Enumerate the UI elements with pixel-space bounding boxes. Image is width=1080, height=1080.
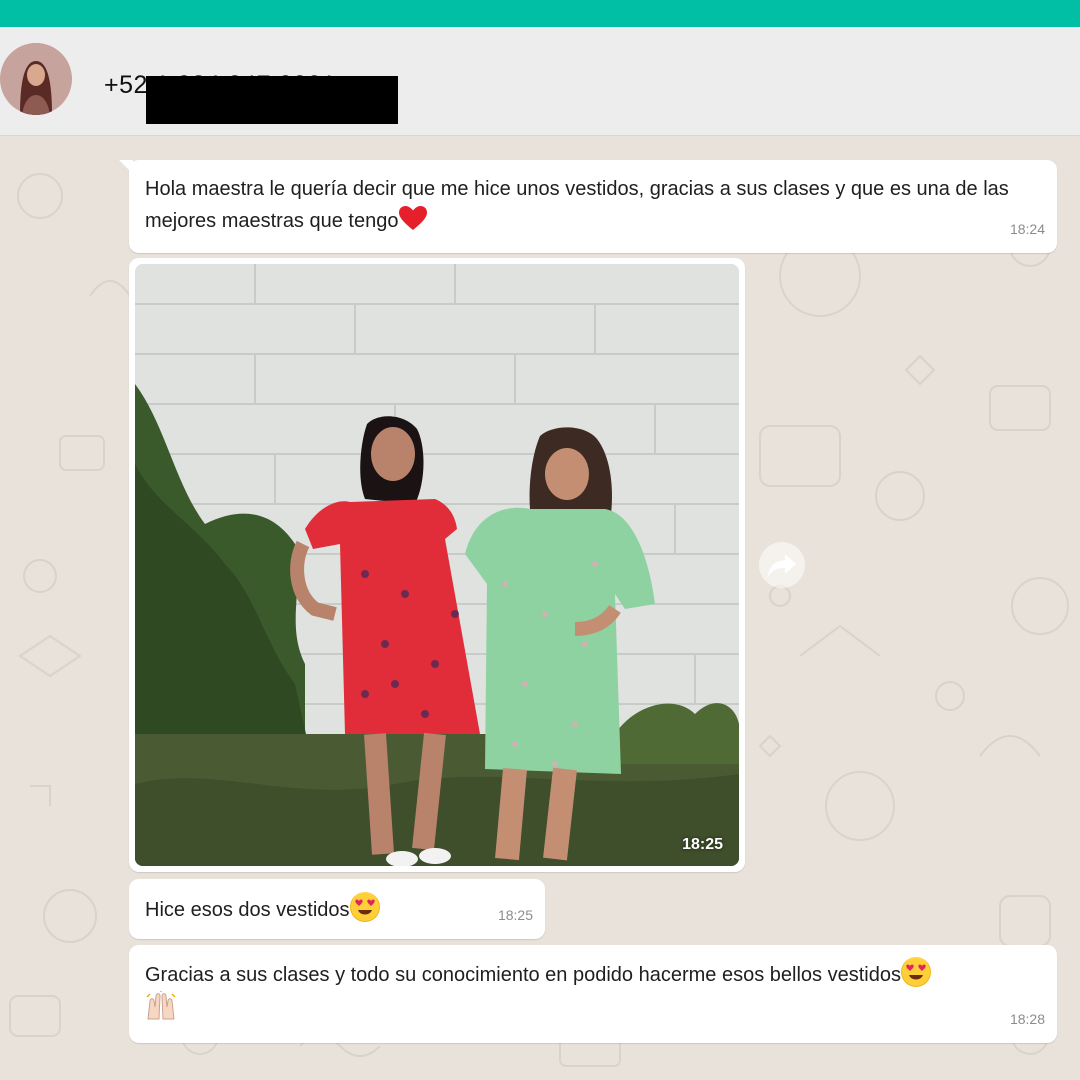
message-time: 18:24: [1009, 221, 1045, 237]
contact-avatar[interactable]: [0, 43, 72, 115]
red-heart-icon: [398, 205, 428, 231]
photo-two-women-dresses-icon: [135, 264, 739, 866]
message-body: Hice esos dos vestidos: [145, 899, 350, 921]
chat-header: +52 1 934 347 0021: [0, 27, 1080, 136]
message-time: 18:28: [1009, 1011, 1045, 1027]
redaction-bar: [146, 76, 398, 124]
forward-arrow-icon: [768, 554, 796, 577]
smiling-face-heart-eyes-icon: [349, 892, 380, 922]
smiling-face-heart-eyes-icon: [900, 957, 931, 987]
message-text: Gracias a sus clases y todo su conocimie…: [145, 957, 1039, 1025]
message-body: Gracias a sus clases y todo su conocimie…: [145, 964, 901, 986]
forward-button[interactable]: [759, 542, 805, 588]
image-message[interactable]: 18:25: [129, 258, 745, 872]
message-time: 18:25: [497, 907, 533, 923]
incoming-message[interactable]: Hola maestra le quería decir que me hice…: [119, 160, 1057, 253]
message-text: Hola maestra le quería decir que me hice…: [145, 174, 1039, 237]
photo-time: 18:25: [682, 836, 723, 853]
chat-area: Hola maestra le quería decir que me hice…: [0, 136, 1080, 1080]
incoming-message[interactable]: Hice esos dos vestidos 18:25: [129, 879, 545, 939]
message-body: Hola maestra le quería decir que me hice…: [145, 178, 1009, 232]
incoming-message[interactable]: Gracias a sus clases y todo su conocimie…: [129, 945, 1057, 1043]
message-text: Hice esos dos vestidos: [145, 892, 527, 926]
top-accent-bar: [0, 0, 1080, 27]
message-photo[interactable]: 18:25: [135, 264, 739, 866]
bubble-tail: [119, 160, 133, 174]
raising-hands-icon: [145, 991, 177, 1021]
